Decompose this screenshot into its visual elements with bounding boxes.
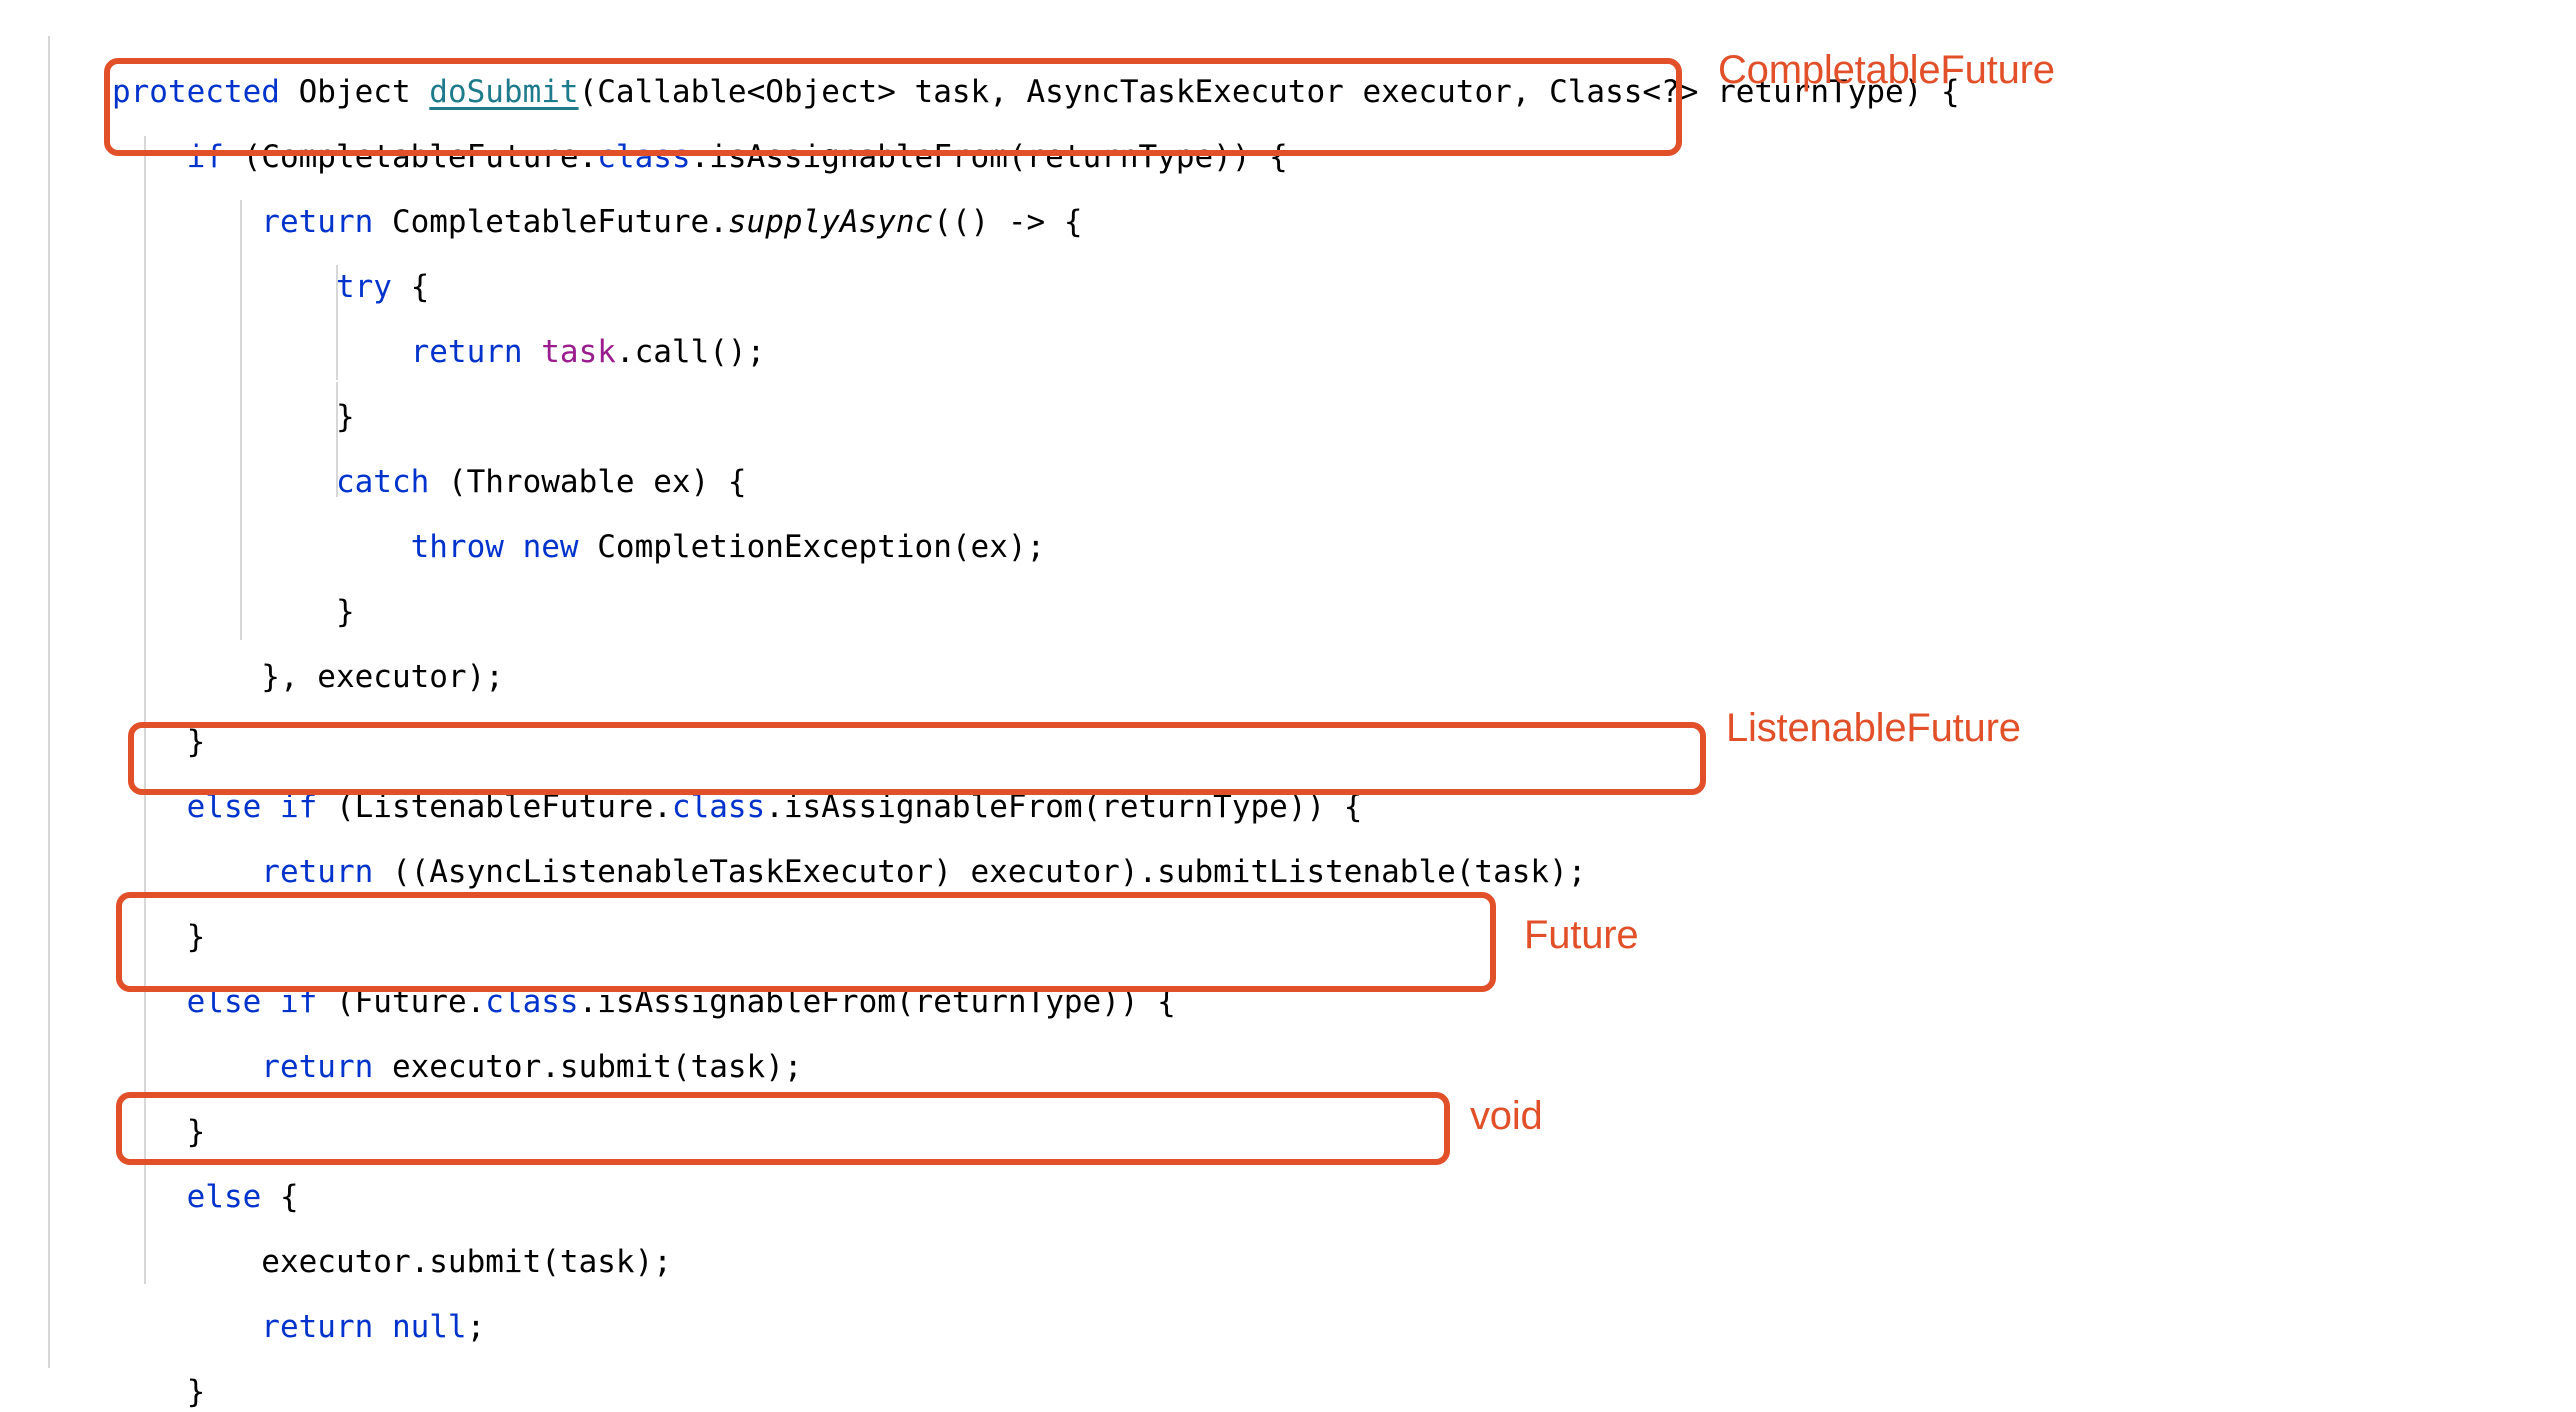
code-line: }, executor);	[0, 580, 504, 695]
token-keyword: return	[261, 1048, 374, 1085]
code-line: catch (Throwable ex) {	[0, 385, 747, 500]
code-line: return ((AsyncListenableTaskExecutor) ex…	[0, 775, 1586, 890]
code-line: }	[0, 840, 206, 955]
token-plain: ((AsyncListenableTaskExecutor) executor)…	[373, 853, 1587, 890]
annotation-label-completablefuture: CompletableFuture	[1718, 48, 2055, 92]
token-plain: (() -> {	[933, 203, 1083, 240]
token-static-method: supplyAsync	[727, 203, 934, 240]
code-line: throw new CompletionException(ex);	[0, 450, 1046, 565]
code-line: return task.call();	[0, 255, 766, 370]
annotation-label-future: Future	[1524, 913, 1639, 957]
annotation-label-void: void	[1470, 1094, 1543, 1138]
code-line: else if (Future.class.isAssignableFrom(r…	[0, 905, 1176, 1020]
code-line: executor.submit(task);	[0, 1165, 672, 1280]
code-block: protected Object doSubmit(Callable<Objec…	[0, 0, 2576, 1412]
token-keyword: throw new	[410, 528, 579, 565]
token-keyword: return null	[261, 1308, 467, 1345]
token-plain: CompletionException(ex);	[578, 528, 1046, 565]
code-line: else if (ListenableFuture.class.isAssign…	[0, 710, 1363, 825]
code-line: }	[0, 320, 355, 435]
code-line: }	[0, 515, 355, 630]
token-parameter: task	[541, 333, 616, 370]
token-plain: executor.submit(task);	[373, 1048, 803, 1085]
code-line: protected Object doSubmit(Callable<Objec…	[0, 0, 1960, 110]
token-keyword: return	[261, 853, 374, 890]
token-plain: .call();	[615, 333, 766, 370]
token-plain: ;	[466, 1308, 486, 1345]
code-annotation-figure: protected Object doSubmit(Callable<Objec…	[0, 0, 2576, 1412]
code-line: }	[0, 1035, 206, 1150]
code-line: return null;	[0, 1230, 485, 1345]
annotation-label-listenablefuture: ListenableFuture	[1726, 706, 2021, 750]
code-line: return executor.submit(task);	[0, 970, 802, 1085]
code-line: try {	[0, 190, 429, 305]
code-line: else {	[0, 1100, 299, 1215]
code-line: }	[0, 1360, 131, 1412]
code-line: if (CompletableFuture.class.isAssignable…	[0, 60, 1288, 175]
token-keyword: return	[410, 333, 523, 370]
code-line: }	[0, 1295, 206, 1410]
code-line: }	[0, 645, 206, 760]
code-line: return CompletableFuture.supplyAsync(() …	[0, 125, 1082, 240]
